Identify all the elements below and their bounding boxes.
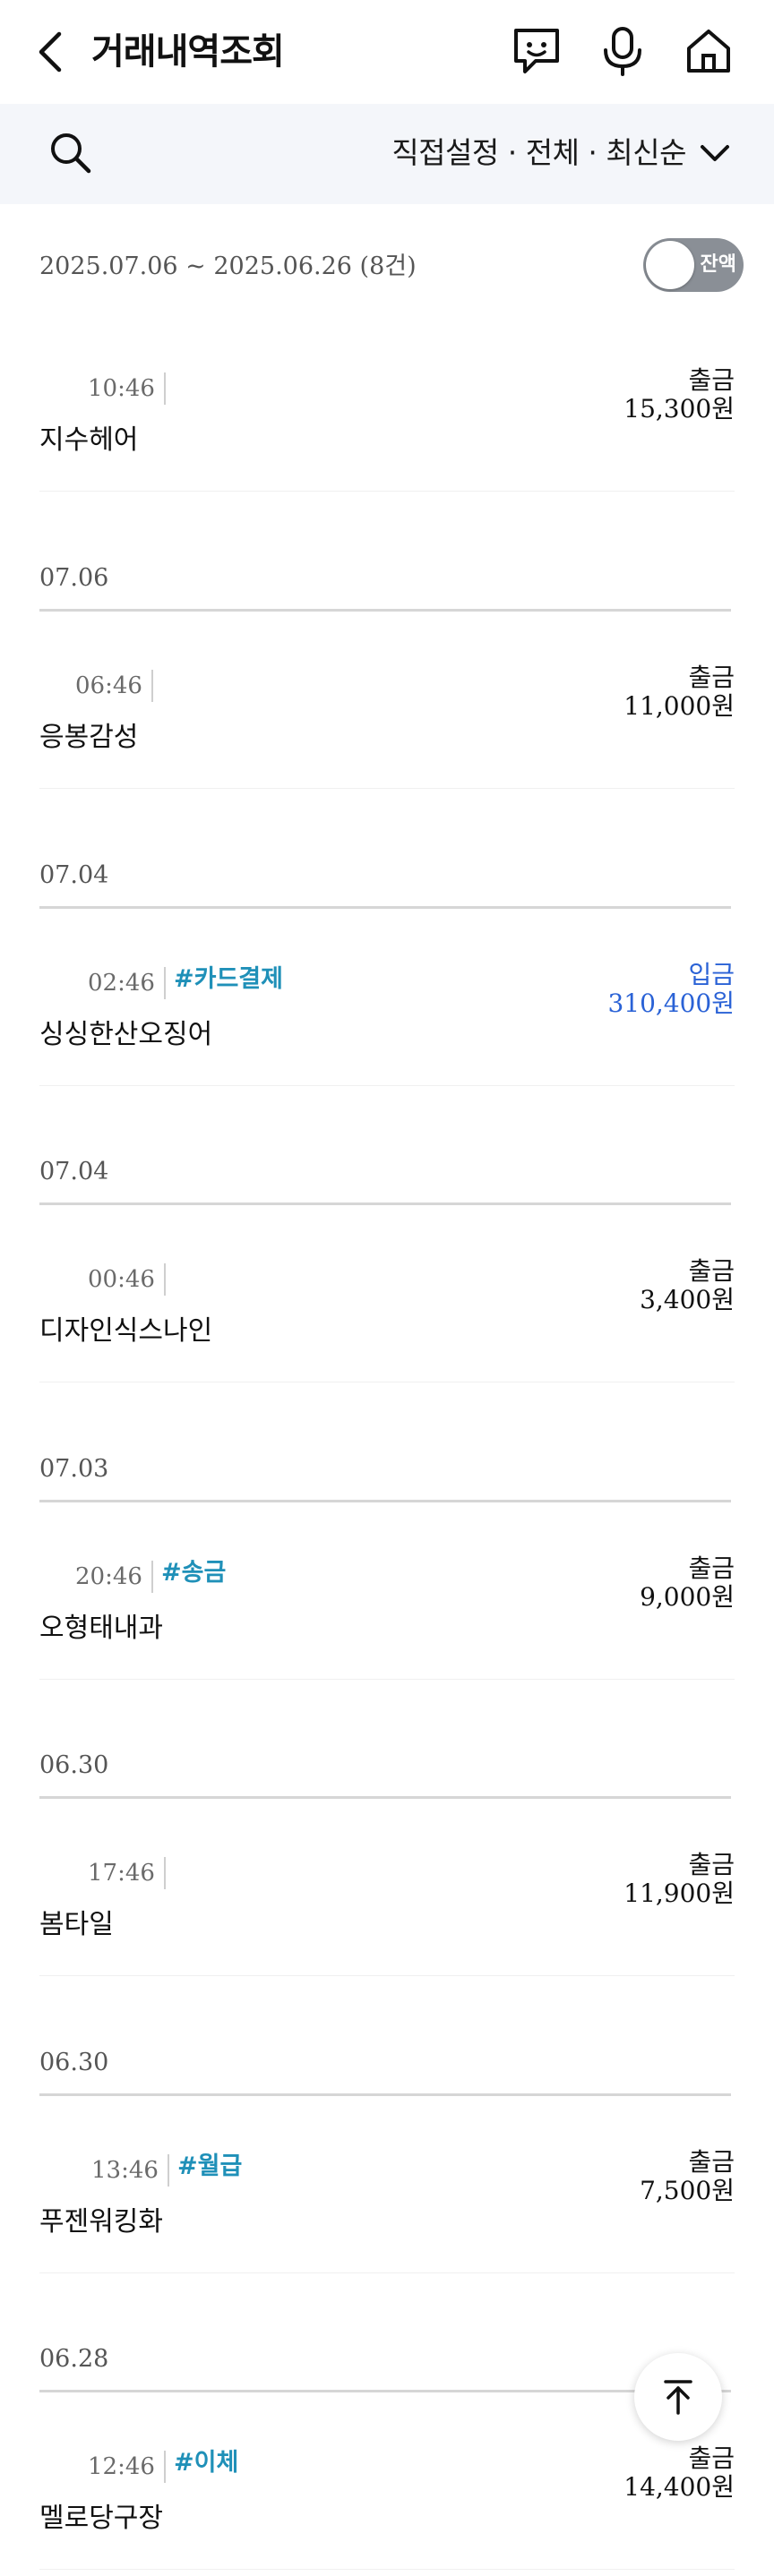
transaction-time: 20:46: [75, 1561, 153, 1593]
merchant-name: 푸젠워킹화: [39, 2206, 163, 2238]
transaction-amount: 7,500원: [640, 2176, 735, 2205]
date-header: 06.28: [39, 2345, 109, 2373]
chatbot-icon[interactable]: [509, 23, 564, 79]
transaction-row[interactable]: 12:46 #이체멜로당구장 출금 14,400원: [0, 2443, 774, 2576]
transaction-tag[interactable]: #이체: [174, 2447, 238, 2479]
date-divider: [39, 906, 731, 909]
transaction-tag[interactable]: #월급: [177, 2151, 242, 2183]
merchant-name: 응봉감성: [39, 722, 139, 753]
row-divider: [39, 2272, 735, 2273]
page-title: 거래내역조회: [91, 31, 285, 73]
row-divider: [39, 2569, 735, 2570]
app-header: 거래내역조회: [0, 0, 774, 104]
transaction-direction: 출금: [688, 2147, 735, 2177]
toggle-label: 잔액: [700, 253, 736, 276]
date-divider: [39, 609, 731, 612]
row-divider: [39, 491, 735, 492]
transaction-time: 10:46: [88, 372, 166, 405]
date-header: 07.04: [39, 1158, 109, 1185]
transaction-amount: 14,400원: [624, 2472, 735, 2502]
date-header: 07.03: [39, 1455, 109, 1483]
transaction-amount: 15,300원: [624, 394, 735, 424]
transaction-time: 12:46: [88, 2451, 166, 2483]
transaction-direction: 출금: [688, 1850, 735, 1879]
date-divider: [39, 1500, 731, 1502]
transaction-direction: 출금: [688, 365, 735, 395]
filter-summary[interactable]: 직접설정 · 전체 · 최신순: [391, 129, 686, 177]
date-header: 07.04: [39, 861, 109, 889]
transaction-row[interactable]: 10:46 지수헤어 출금 15,300원: [0, 365, 774, 498]
transaction-row[interactable]: 06:46 응봉감성 출금 11,000원: [0, 663, 774, 795]
transaction-amount: 3,400원: [640, 1285, 735, 1314]
transaction-row[interactable]: 00:46 디자인식스나인 출금 3,400원: [0, 1256, 774, 1389]
home-icon[interactable]: [681, 23, 736, 79]
transaction-time: 00:46: [88, 1263, 166, 1296]
row-divider: [39, 788, 735, 789]
transaction-time: 17:46: [88, 1857, 166, 1889]
date-divider: [39, 2390, 731, 2392]
transaction-time: 13:46: [91, 2154, 169, 2187]
transaction-amount: 11,900원: [624, 1879, 735, 1908]
transaction-amount: 9,000원: [640, 1582, 735, 1612]
merchant-name: 지수헤어: [39, 424, 139, 456]
merchant-name: 오형태내과: [39, 1613, 163, 1644]
transaction-direction: 출금: [688, 1553, 735, 1583]
transaction-time: 06:46: [75, 670, 153, 702]
toggle-knob: [646, 241, 694, 289]
date-header: 07.06: [39, 564, 109, 592]
chevron-down-icon[interactable]: [699, 140, 731, 167]
transaction-row[interactable]: 02:46 #카드결제싱싱한산오징어 입금 310,400원: [0, 960, 774, 1092]
merchant-name: 멜로당구장: [39, 2503, 163, 2534]
merchant-name: 디자인식스나인: [39, 1315, 213, 1347]
date-divider: [39, 1796, 731, 1799]
transaction-row[interactable]: 17:46 봄타일 출금 11,900원: [0, 1850, 774, 1982]
transaction-row[interactable]: 13:46 #월급푸젠워킹화 출금 7,500원: [0, 2147, 774, 2280]
microphone-icon[interactable]: [595, 23, 650, 79]
date-range-summary: 2025.07.06 ~ 2025.06.26 (8건): [39, 252, 417, 280]
row-divider: [39, 1975, 735, 1976]
date-divider: [39, 1202, 731, 1205]
back-icon[interactable]: [32, 27, 72, 77]
row-divider: [39, 1679, 735, 1680]
transaction-direction: 입금: [688, 960, 735, 989]
transaction-direction: 출금: [688, 663, 735, 692]
balance-toggle[interactable]: 잔액: [643, 238, 744, 292]
arrow-up-icon: [664, 2380, 692, 2415]
date-divider: [39, 2093, 731, 2096]
row-divider: [39, 1085, 735, 1086]
transaction-time: 02:46: [88, 967, 166, 999]
scroll-top-button[interactable]: [634, 2353, 722, 2441]
merchant-name: 싱싱한산오징어: [39, 1019, 213, 1050]
transaction-amount: 11,000원: [624, 691, 735, 721]
filter-bar: 직접설정 · 전체 · 최신순: [0, 104, 774, 204]
transaction-direction: 출금: [688, 1256, 735, 1286]
date-header: 06.30: [39, 1751, 109, 1779]
date-header: 06.30: [39, 2049, 109, 2076]
transaction-row[interactable]: 20:46 #송금오형태내과 출금 9,000원: [0, 1553, 774, 1686]
search-icon[interactable]: [47, 129, 95, 177]
transaction-direction: 출금: [688, 2443, 735, 2473]
transaction-amount: 310,400원: [607, 988, 735, 1018]
transaction-tag[interactable]: #카드결제: [174, 963, 283, 996]
transaction-tag[interactable]: #송금: [161, 1557, 226, 1589]
merchant-name: 봄타일: [39, 1909, 114, 1940]
